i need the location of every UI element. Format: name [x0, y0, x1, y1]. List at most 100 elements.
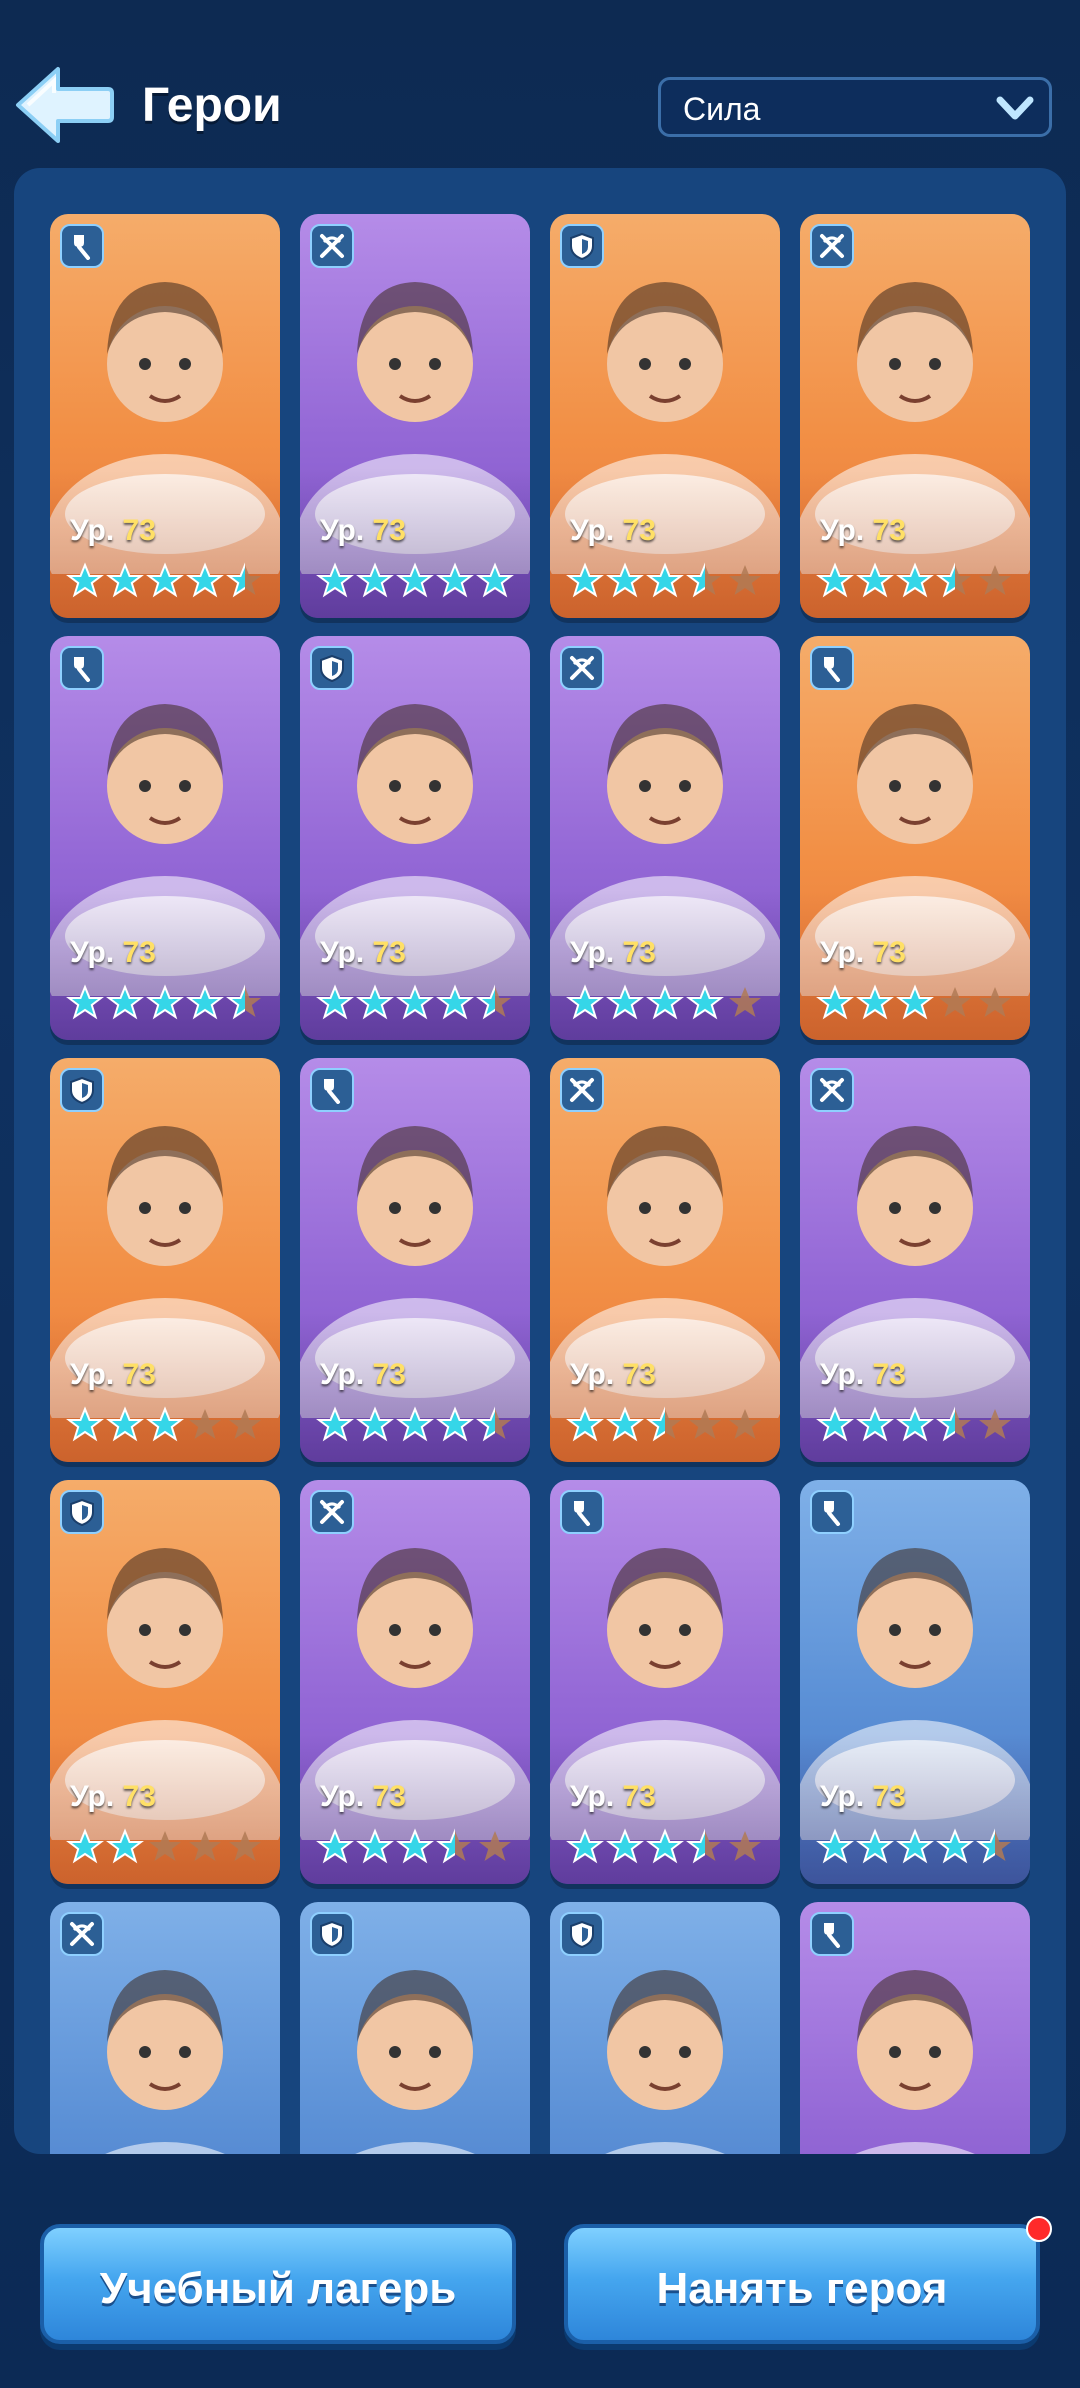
level-number: 73	[122, 1358, 156, 1391]
star-full-icon	[606, 984, 644, 1020]
shield-icon	[70, 1498, 94, 1526]
star-full-icon	[856, 984, 894, 1020]
role-badge	[60, 646, 104, 690]
level-number: 73	[622, 936, 656, 969]
star-half-icon	[436, 1828, 471, 1864]
sort-dropdown[interactable]: Сила	[658, 77, 1052, 137]
level-prefix: Ур.	[320, 1780, 373, 1813]
level-prefix: Ур.	[570, 1780, 623, 1813]
hero-card[interactable]: Ур. 73	[550, 214, 780, 618]
hire-hero-button[interactable]: Нанять героя	[564, 2224, 1040, 2344]
star-full-icon	[646, 984, 684, 1020]
hero-card[interactable]: Ур. 73	[800, 636, 1030, 1040]
crossbow-icon	[820, 234, 844, 258]
hero-stars	[66, 562, 276, 602]
role-badge	[560, 224, 604, 268]
hero-stars	[816, 1406, 1026, 1446]
role-badge	[310, 1490, 354, 1534]
role-badge	[810, 1068, 854, 1112]
level-number: 73	[622, 514, 656, 547]
hero-card[interactable]: Ур. 73	[550, 1480, 780, 1884]
hero-card[interactable]	[550, 1902, 780, 2154]
role-badge	[60, 224, 104, 268]
hero-card[interactable]: Ур. 73	[50, 1480, 280, 1884]
role-badge	[310, 1912, 354, 1956]
hero-card[interactable]: Ур. 73	[300, 636, 530, 1040]
hero-card[interactable]: Ур. 73	[50, 636, 280, 1040]
hero-grid: Ур. 73 Ур. 73 Ур. 73 Ур. 73 Ур. 73 Ур. 73 Ур. …	[14, 168, 1066, 2154]
level-prefix: Ур.	[320, 1358, 373, 1391]
level-number: 73	[622, 1780, 656, 1813]
hero-stars	[816, 984, 1026, 1024]
hero-card[interactable]: Ур. 73	[800, 1480, 1030, 1884]
heroes-panel: Ур. 73 Ур. 73 Ур. 73 Ур. 73 Ур. 73 Ур. 73 Ур. …	[14, 168, 1066, 2154]
level-prefix: Ур.	[570, 1358, 623, 1391]
hero-card[interactable]: Ур. 73	[550, 1058, 780, 1462]
hero-card[interactable]: Ур. 73	[300, 1480, 530, 1884]
level-prefix: Ур.	[570, 514, 623, 547]
star-full-icon	[66, 562, 104, 598]
hero-level: Ур. 73	[570, 514, 656, 548]
level-prefix: Ур.	[820, 1780, 873, 1813]
role-badge	[560, 646, 604, 690]
star-full-icon	[606, 562, 644, 598]
star-full-icon	[146, 1406, 184, 1442]
hero-card[interactable]	[800, 1902, 1030, 2154]
hero-card[interactable]: Ур. 73	[800, 214, 1030, 618]
star-full-icon	[606, 1828, 644, 1864]
training-camp-button[interactable]: Учебный лагерь	[40, 2224, 516, 2344]
star-full-icon	[936, 1828, 974, 1864]
shovel-icon	[824, 1501, 840, 1526]
star-full-icon	[106, 1828, 144, 1864]
hero-card[interactable]	[50, 1902, 280, 2154]
hero-stars	[566, 984, 776, 1024]
star-half-icon	[686, 562, 721, 598]
star-full-icon	[146, 984, 184, 1020]
role-badge	[560, 1068, 604, 1112]
hero-card[interactable]: Ур. 73	[300, 214, 530, 618]
hire-hero-label: Нанять героя	[656, 2264, 948, 2313]
chevron-down-icon	[996, 96, 1034, 120]
star-empty-icon	[149, 1831, 181, 1861]
star-half-icon	[226, 562, 261, 598]
level-number: 73	[872, 1358, 906, 1391]
star-full-icon	[106, 1406, 144, 1442]
level-prefix: Ур.	[570, 936, 623, 969]
star-full-icon	[356, 1828, 394, 1864]
star-full-icon	[566, 1828, 604, 1864]
hero-card[interactable]: Ур. 73	[50, 214, 280, 618]
star-empty-icon	[689, 1409, 721, 1439]
hero-card[interactable]: Ур. 73	[550, 636, 780, 1040]
star-full-icon	[436, 562, 474, 598]
star-full-icon	[106, 562, 144, 598]
hero-level: Ур. 73	[820, 936, 906, 970]
hero-stars	[566, 1828, 776, 1868]
hero-level: Ур. 73	[570, 1358, 656, 1392]
star-full-icon	[436, 1406, 474, 1442]
shovel-icon	[324, 1079, 340, 1104]
star-empty-icon	[729, 565, 761, 595]
level-number: 73	[122, 514, 156, 547]
hero-level: Ур. 73	[320, 1780, 406, 1814]
level-number: 73	[872, 936, 906, 969]
star-full-icon	[816, 1406, 854, 1442]
back-button[interactable]	[14, 65, 114, 145]
star-empty-icon	[979, 1409, 1011, 1439]
crossbow-icon	[820, 1078, 844, 1102]
star-empty-icon	[479, 1831, 511, 1861]
star-full-icon	[316, 1406, 354, 1442]
hero-stars	[566, 562, 776, 602]
level-prefix: Ур.	[820, 514, 873, 547]
level-prefix: Ур.	[820, 1358, 873, 1391]
star-full-icon	[566, 984, 604, 1020]
hero-stars	[66, 1828, 276, 1868]
star-full-icon	[896, 1406, 934, 1442]
star-empty-icon	[729, 1409, 761, 1439]
hero-card[interactable]: Ур. 73	[800, 1058, 1030, 1462]
hero-card[interactable]: Ур. 73	[300, 1058, 530, 1462]
hero-card[interactable]: Ур. 73	[50, 1058, 280, 1462]
star-full-icon	[356, 1406, 394, 1442]
notification-dot	[1026, 2216, 1052, 2242]
hero-level: Ур. 73	[70, 936, 156, 970]
hero-card[interactable]	[300, 1902, 530, 2154]
